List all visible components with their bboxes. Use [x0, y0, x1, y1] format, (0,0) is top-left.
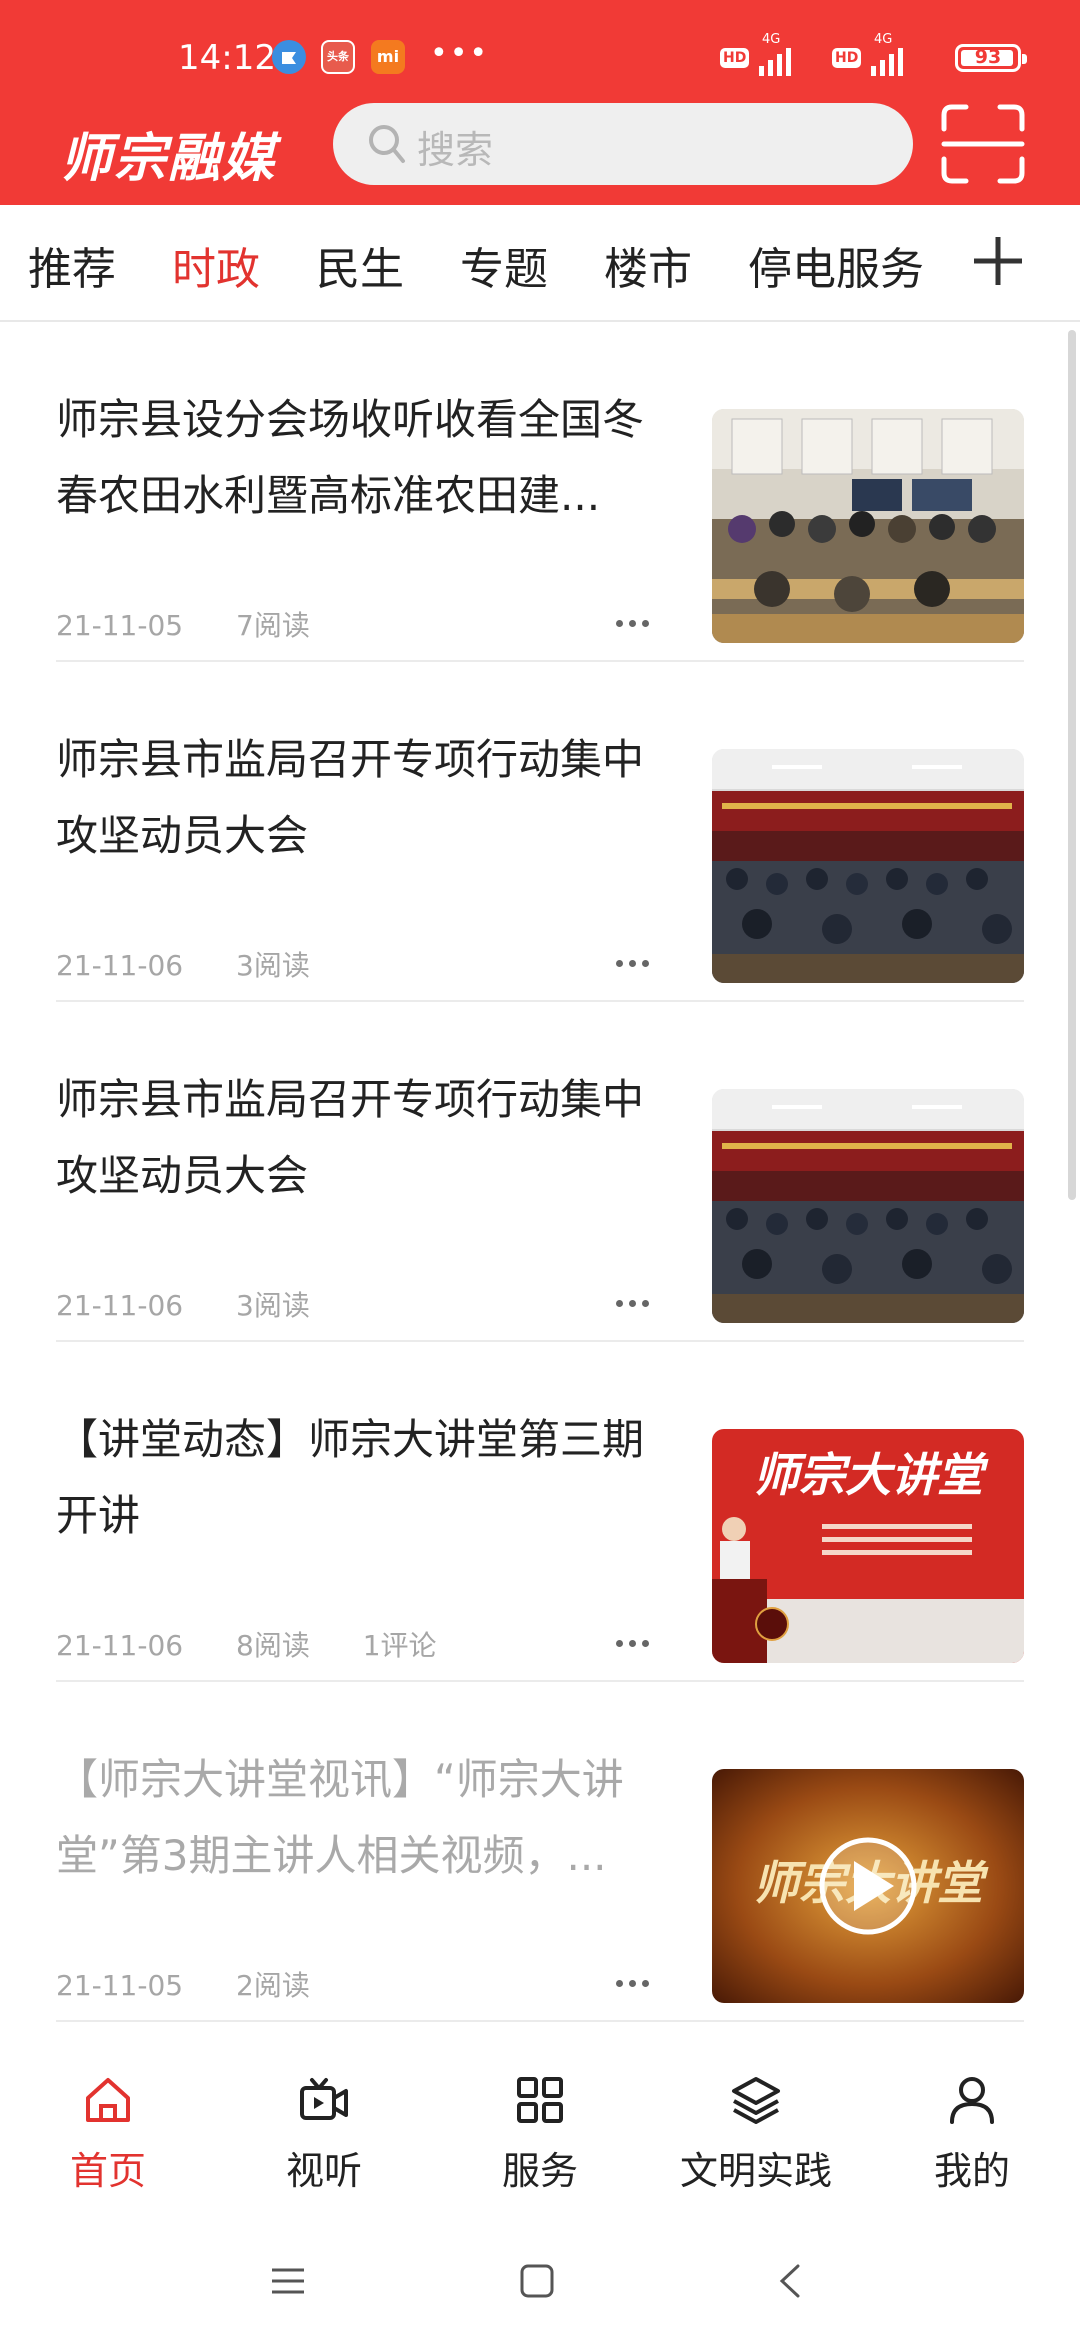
bottom-nav: 首页 视听 服务 文明实践 我的 [0, 2060, 1080, 2220]
more-notifications-icon: ••• [430, 36, 490, 71]
app-header: 14:12 头条 mi ••• HD 4G HD 4G 93 师宗融媒 搜索 [0, 0, 1080, 205]
more-options-icon[interactable] [616, 612, 656, 627]
mi-icon: mi [371, 40, 405, 74]
article-comments: 1评论 [362, 1629, 437, 1662]
more-options-icon[interactable] [616, 1972, 656, 1987]
more-options-icon[interactable] [616, 1292, 656, 1307]
scan-icon[interactable] [940, 103, 1026, 185]
article-item[interactable]: 师宗县设分会场收听收看全国冬春农田水利暨高标准农田建... 21-11-05 7… [56, 322, 1024, 662]
article-meta: 21-11-06 8阅读 1评论 [56, 1624, 481, 1664]
tab-politics[interactable]: 时政 [172, 233, 260, 297]
tab-power-outage[interactable]: 停电服务 [748, 233, 924, 297]
toutiao-icon: 头条 [321, 40, 355, 74]
home-icon [86, 2078, 130, 2122]
article-title: 师宗县市监局召开专项行动集中攻坚动员大会 [56, 1075, 645, 1200]
tab-livelihood[interactable]: 民生 [316, 233, 404, 297]
article-thumbnail: 师宗大讲堂 [712, 1769, 1024, 2003]
battery-icon: 93 [955, 44, 1027, 72]
category-tabs: 推荐 时政 民生 专题 楼市 停电服务 [0, 205, 1080, 322]
search-placeholder: 搜索 [417, 128, 494, 172]
search-icon [369, 125, 405, 163]
tab-property[interactable]: 楼市 [604, 233, 692, 297]
article-date: 21-11-05 [56, 1969, 184, 2002]
article-thumbnail [712, 409, 1024, 643]
svg-text:师宗大讲堂: 师宗大讲堂 [753, 1448, 989, 1502]
nav-services[interactable]: 服务 [450, 2074, 630, 2195]
menu-icon[interactable] [270, 2266, 306, 2296]
article-title: 师宗县市监局召开专项行动集中攻坚动员大会 [56, 735, 645, 860]
article-thumbnail: 师宗大讲堂 [712, 1429, 1024, 1663]
grid-icon [517, 2077, 563, 2123]
user-icon [950, 2077, 994, 2124]
status-bar: 14:12 头条 mi ••• HD 4G HD 4G 93 [0, 0, 1080, 100]
tab-topics[interactable]: 专题 [460, 233, 548, 297]
article-reads: 3阅读 [236, 949, 310, 982]
add-tab-icon[interactable] [968, 231, 1028, 291]
article-thumbnail [712, 749, 1024, 983]
nav-home[interactable]: 首页 [18, 2074, 198, 2195]
article-title: 师宗县设分会场收听收看全国冬春农田水利暨高标准农田建... [56, 395, 645, 520]
article-meta: 21-11-05 7阅读 [56, 604, 354, 644]
nav-label: 服务 [501, 2149, 578, 2193]
article-item[interactable]: 【师宗大讲堂视讯】“师宗大讲堂”第3期主讲人相关视频，... 21-11-05 … [56, 1682, 1024, 2022]
article-date: 21-11-06 [56, 1629, 184, 1662]
app-logo: 师宗融媒 [60, 128, 277, 189]
nav-video[interactable]: 视听 [234, 2074, 414, 2195]
search-input[interactable]: 搜索 [333, 103, 913, 185]
signal-2: HD 4G [832, 32, 904, 76]
nav-label: 视听 [285, 2149, 362, 2193]
scrollbar[interactable] [1068, 330, 1076, 1200]
nav-label: 首页 [69, 2149, 146, 2193]
more-options-icon[interactable] [616, 1632, 656, 1647]
article-reads: 8阅读 [236, 1629, 310, 1662]
article-reads: 7阅读 [236, 609, 310, 642]
home-square-icon[interactable] [520, 2264, 554, 2298]
system-nav-bar [0, 2220, 1080, 2340]
status-time: 14:12 [178, 38, 276, 78]
tab-recommend[interactable]: 推荐 [28, 233, 116, 297]
article-reads: 3阅读 [236, 1289, 310, 1322]
article-date: 21-11-06 [56, 1289, 184, 1322]
back-icon[interactable] [778, 2264, 802, 2298]
nav-profile[interactable]: 我的 [882, 2074, 1062, 2195]
nav-label: 我的 [933, 2149, 1010, 2193]
article-meta: 21-11-06 3阅读 [56, 1284, 354, 1324]
nav-civilization-practice[interactable]: 文明实践 [666, 2074, 846, 2195]
article-item[interactable]: 【讲堂动态】师宗大讲堂第三期开讲 21-11-06 8阅读 1评论 师宗大讲堂 [56, 1342, 1024, 1682]
article-reads: 2阅读 [236, 1969, 310, 2002]
article-date: 21-11-06 [56, 949, 184, 982]
nav-label: 文明实践 [679, 2149, 832, 2193]
article-meta: 21-11-05 2阅读 [56, 1964, 354, 2004]
more-options-icon[interactable] [616, 952, 656, 967]
article-title: 【师宗大讲堂视讯】“师宗大讲堂”第3期主讲人相关视频，... [56, 1755, 624, 1880]
article-meta: 21-11-06 3阅读 [56, 944, 354, 984]
video-icon [300, 2078, 348, 2120]
article-item[interactable]: 师宗县市监局召开专项行动集中攻坚动员大会 21-11-06 3阅读 [56, 1002, 1024, 1342]
article-thumbnail [712, 1089, 1024, 1323]
layers-icon [732, 2077, 780, 2124]
article-item[interactable]: 师宗县市监局召开专项行动集中攻坚动员大会 21-11-06 3阅读 [56, 662, 1024, 1002]
signal-1: HD 4G [720, 32, 792, 76]
app-notification-icon [272, 40, 306, 74]
article-date: 21-11-05 [56, 609, 184, 642]
article-title: 【讲堂动态】师宗大讲堂第三期开讲 [56, 1415, 645, 1540]
